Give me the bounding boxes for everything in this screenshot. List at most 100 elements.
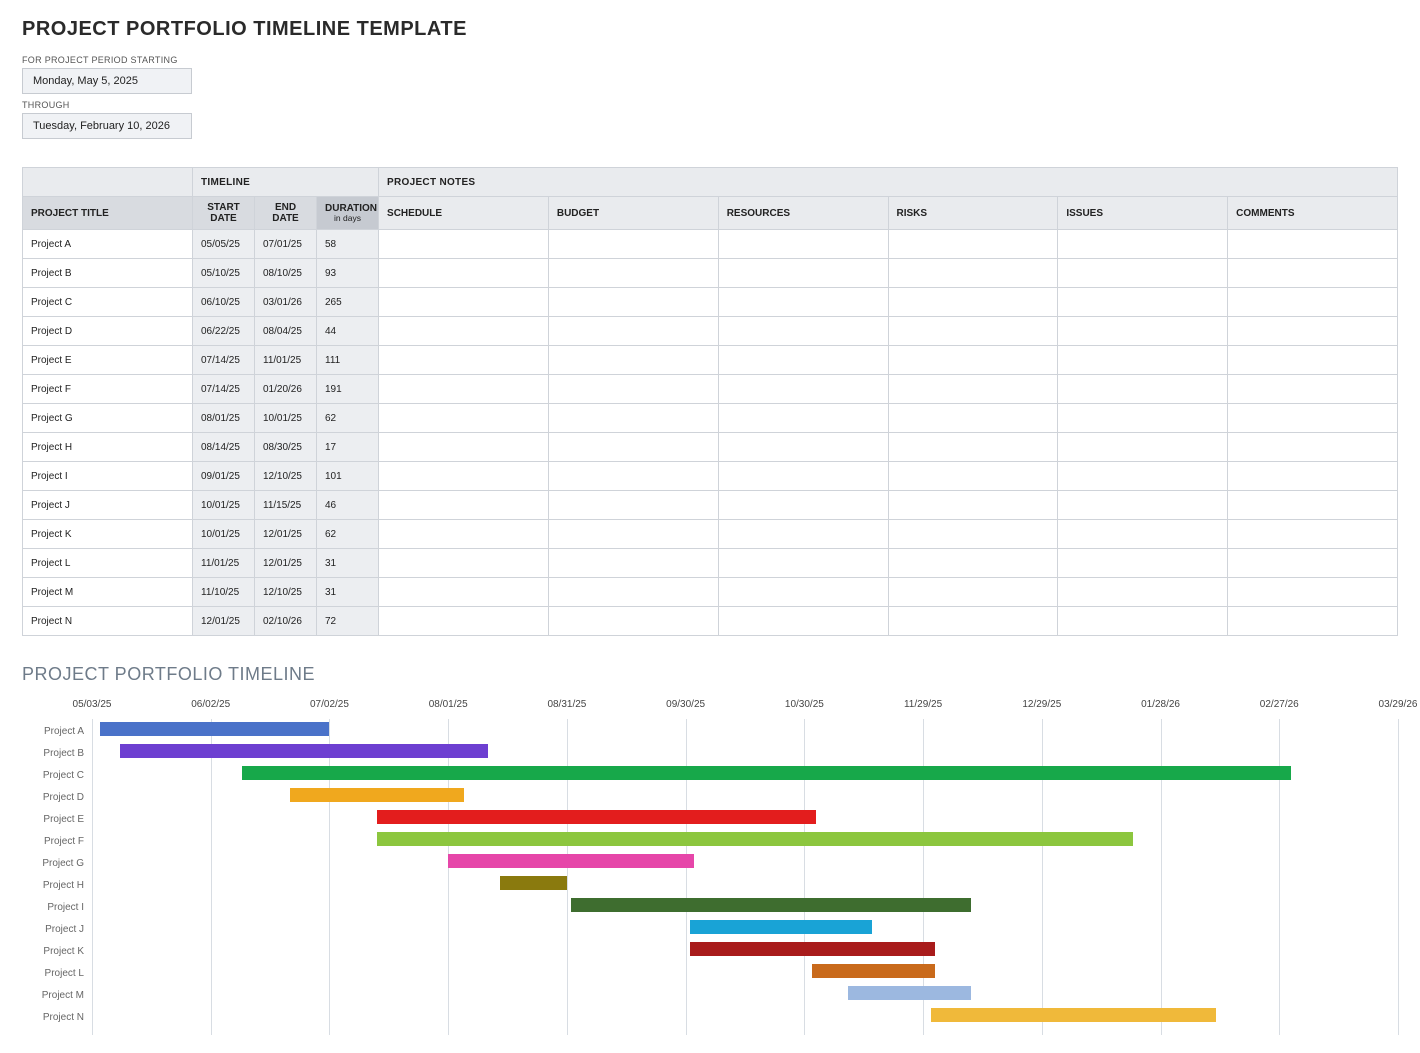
cell-risks[interactable] [888, 491, 1058, 520]
cell-schedule[interactable] [379, 578, 549, 607]
cell-comments[interactable] [1228, 346, 1398, 375]
cell-resources[interactable] [718, 462, 888, 491]
cell-end-date[interactable]: 12/10/25 [255, 462, 317, 491]
cell-schedule[interactable] [379, 549, 549, 578]
cell-budget[interactable] [548, 317, 718, 346]
cell-issues[interactable] [1058, 520, 1228, 549]
cell-comments[interactable] [1228, 607, 1398, 636]
cell-end-date[interactable]: 11/01/25 [255, 346, 317, 375]
cell-start-date[interactable]: 11/01/25 [193, 549, 255, 578]
cell-risks[interactable] [888, 433, 1058, 462]
cell-resources[interactable] [718, 578, 888, 607]
cell-resources[interactable] [718, 259, 888, 288]
cell-risks[interactable] [888, 375, 1058, 404]
cell-start-date[interactable]: 05/05/25 [193, 230, 255, 259]
cell-project-title[interactable]: Project I [23, 462, 193, 491]
cell-schedule[interactable] [379, 462, 549, 491]
cell-issues[interactable] [1058, 317, 1228, 346]
cell-project-title[interactable]: Project M [23, 578, 193, 607]
cell-end-date[interactable]: 10/01/25 [255, 404, 317, 433]
cell-budget[interactable] [548, 288, 718, 317]
cell-project-title[interactable]: Project F [23, 375, 193, 404]
cell-end-date[interactable]: 02/10/26 [255, 607, 317, 636]
cell-comments[interactable] [1228, 288, 1398, 317]
cell-end-date[interactable]: 07/01/25 [255, 230, 317, 259]
cell-end-date[interactable]: 11/15/25 [255, 491, 317, 520]
cell-end-date[interactable]: 12/10/25 [255, 578, 317, 607]
cell-start-date[interactable]: 10/01/25 [193, 491, 255, 520]
cell-comments[interactable] [1228, 520, 1398, 549]
cell-risks[interactable] [888, 520, 1058, 549]
cell-end-date[interactable]: 08/04/25 [255, 317, 317, 346]
cell-project-title[interactable]: Project K [23, 520, 193, 549]
cell-issues[interactable] [1058, 375, 1228, 404]
cell-comments[interactable] [1228, 317, 1398, 346]
cell-schedule[interactable] [379, 230, 549, 259]
cell-issues[interactable] [1058, 288, 1228, 317]
cell-schedule[interactable] [379, 433, 549, 462]
cell-issues[interactable] [1058, 433, 1228, 462]
cell-start-date[interactable]: 12/01/25 [193, 607, 255, 636]
cell-schedule[interactable] [379, 346, 549, 375]
cell-start-date[interactable]: 08/01/25 [193, 404, 255, 433]
cell-schedule[interactable] [379, 491, 549, 520]
cell-budget[interactable] [548, 346, 718, 375]
cell-resources[interactable] [718, 433, 888, 462]
cell-budget[interactable] [548, 491, 718, 520]
cell-start-date[interactable]: 09/01/25 [193, 462, 255, 491]
cell-issues[interactable] [1058, 607, 1228, 636]
cell-resources[interactable] [718, 230, 888, 259]
cell-comments[interactable] [1228, 259, 1398, 288]
cell-start-date[interactable]: 11/10/25 [193, 578, 255, 607]
cell-budget[interactable] [548, 259, 718, 288]
cell-budget[interactable] [548, 375, 718, 404]
cell-budget[interactable] [548, 230, 718, 259]
cell-comments[interactable] [1228, 433, 1398, 462]
cell-issues[interactable] [1058, 462, 1228, 491]
cell-schedule[interactable] [379, 259, 549, 288]
cell-risks[interactable] [888, 317, 1058, 346]
cell-budget[interactable] [548, 607, 718, 636]
cell-resources[interactable] [718, 375, 888, 404]
cell-resources[interactable] [718, 404, 888, 433]
cell-issues[interactable] [1058, 491, 1228, 520]
cell-project-title[interactable]: Project A [23, 230, 193, 259]
cell-start-date[interactable]: 05/10/25 [193, 259, 255, 288]
cell-risks[interactable] [888, 462, 1058, 491]
cell-issues[interactable] [1058, 230, 1228, 259]
cell-risks[interactable] [888, 346, 1058, 375]
cell-project-title[interactable]: Project N [23, 607, 193, 636]
cell-budget[interactable] [548, 462, 718, 491]
cell-end-date[interactable]: 01/20/26 [255, 375, 317, 404]
cell-resources[interactable] [718, 317, 888, 346]
cell-budget[interactable] [548, 578, 718, 607]
cell-issues[interactable] [1058, 259, 1228, 288]
cell-project-title[interactable]: Project E [23, 346, 193, 375]
cell-risks[interactable] [888, 259, 1058, 288]
cell-end-date[interactable]: 08/10/25 [255, 259, 317, 288]
cell-start-date[interactable]: 10/01/25 [193, 520, 255, 549]
cell-resources[interactable] [718, 288, 888, 317]
cell-issues[interactable] [1058, 346, 1228, 375]
cell-resources[interactable] [718, 520, 888, 549]
cell-comments[interactable] [1228, 491, 1398, 520]
cell-project-title[interactable]: Project D [23, 317, 193, 346]
cell-project-title[interactable]: Project C [23, 288, 193, 317]
cell-end-date[interactable]: 12/01/25 [255, 520, 317, 549]
cell-issues[interactable] [1058, 578, 1228, 607]
cell-resources[interactable] [718, 549, 888, 578]
cell-risks[interactable] [888, 578, 1058, 607]
cell-risks[interactable] [888, 404, 1058, 433]
cell-budget[interactable] [548, 404, 718, 433]
cell-comments[interactable] [1228, 404, 1398, 433]
cell-risks[interactable] [888, 607, 1058, 636]
cell-risks[interactable] [888, 230, 1058, 259]
cell-end-date[interactable]: 08/30/25 [255, 433, 317, 462]
cell-project-title[interactable]: Project G [23, 404, 193, 433]
cell-schedule[interactable] [379, 317, 549, 346]
cell-schedule[interactable] [379, 288, 549, 317]
cell-comments[interactable] [1228, 549, 1398, 578]
cell-comments[interactable] [1228, 578, 1398, 607]
cell-risks[interactable] [888, 549, 1058, 578]
cell-start-date[interactable]: 06/22/25 [193, 317, 255, 346]
